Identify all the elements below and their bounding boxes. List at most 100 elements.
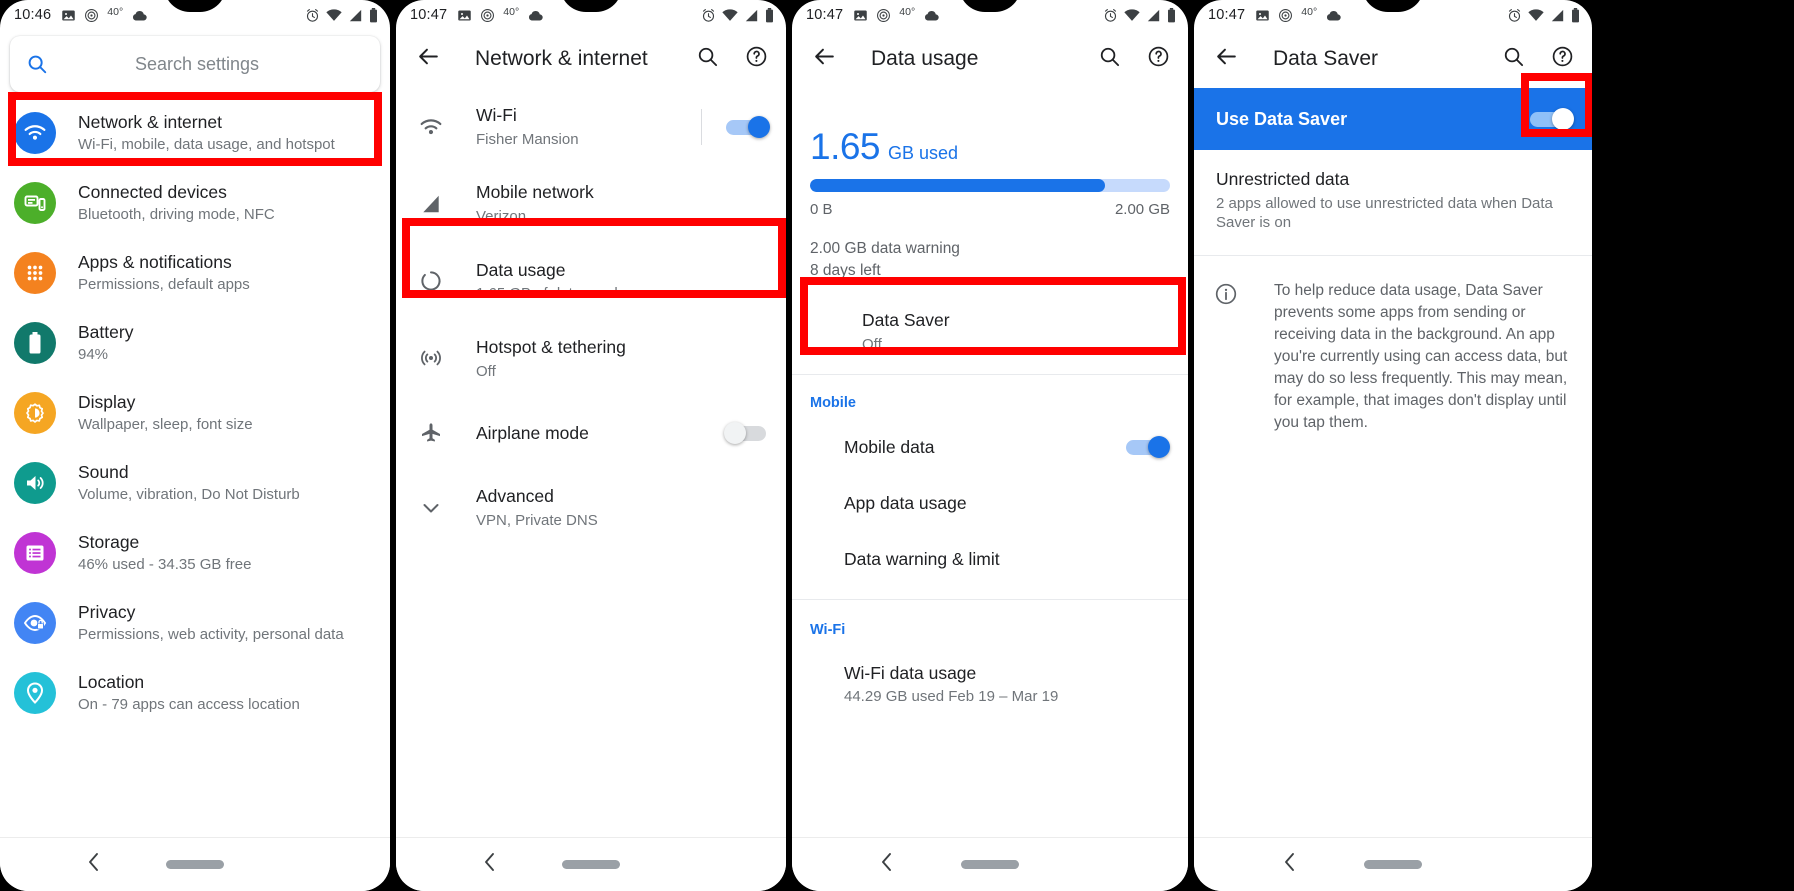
pref-row-mobile-data[interactable]: Mobile data <box>792 419 1188 475</box>
wifi-status-icon <box>1124 8 1140 22</box>
sidebar-item-text: Storage 46% used - 34.35 GB free <box>78 531 251 575</box>
sidebar-item-location[interactable]: Location On - 79 apps can access locatio… <box>0 658 390 728</box>
speaker-icon <box>14 462 56 504</box>
pref-title: App data usage <box>844 492 967 513</box>
at-circle-icon <box>480 8 495 23</box>
pref-row-wifi-data-usage[interactable]: Wi-Fi data usage 44.29 GB used Feb 19 – … <box>792 646 1188 724</box>
pref-title: Data warning & limit <box>844 548 1000 569</box>
mobile-data-toggle[interactable] <box>1124 436 1170 459</box>
pref-subtitle: 44.29 GB used Feb 19 – Mar 19 <box>844 688 1059 706</box>
navigation-bar <box>396 837 786 891</box>
app-bar: Data usage <box>792 30 1188 88</box>
nav-back-icon[interactable] <box>879 850 895 879</box>
sidebar-item-subtitle: On - 79 apps can access location <box>78 696 300 714</box>
pref-subtitle: Fisher Mansion <box>476 130 579 148</box>
sidebar-item-subtitle: Wallpaper, sleep, font size <box>78 416 253 434</box>
back-arrow-icon[interactable] <box>808 40 841 78</box>
sidebar-item-connected-devices[interactable]: Connected devices Bluetooth, driving mod… <box>0 168 390 238</box>
usage-unit: GB used <box>888 143 959 163</box>
search-icon[interactable] <box>692 41 723 77</box>
sidebar-item-title: Network & internet <box>78 112 222 133</box>
help-icon[interactable] <box>741 41 772 77</box>
cellular-signal-icon <box>1550 9 1565 22</box>
pref-row-text: Mobile network Verizon <box>476 181 770 226</box>
pref-row-unrestricted-data[interactable]: Unrestricted data 2 apps allowed to use … <box>1194 150 1592 251</box>
pref-row-data-warning-limit[interactable]: Data warning & limit <box>792 531 1188 587</box>
usage-days-left-text: 8 days left <box>810 262 881 280</box>
pref-row-hotspot-tethering[interactable]: Hotspot & tethering Off <box>396 320 786 397</box>
search-settings-bar[interactable]: Search settings <box>10 36 380 92</box>
nav-home-pill[interactable] <box>1364 860 1422 869</box>
sidebar-item-sound[interactable]: Sound Volume, vibration, Do Not Disturb <box>0 448 390 518</box>
status-temperature: 40° <box>107 6 124 18</box>
nav-back-icon[interactable] <box>482 850 498 879</box>
sidebar-item-title: Storage <box>78 532 140 553</box>
nav-home-pill[interactable] <box>961 860 1019 869</box>
search-icon[interactable] <box>1498 41 1529 77</box>
status-time: 10:47 <box>410 7 448 23</box>
pref-row-text: Data usage 1.65 GB of data used <box>476 259 770 304</box>
at-circle-icon <box>876 8 891 23</box>
back-arrow-icon[interactable] <box>1210 40 1243 78</box>
cellular-signal-icon <box>348 9 363 22</box>
pref-row-text: Hotspot & tethering Off <box>476 336 770 381</box>
airplane-icon <box>414 421 448 445</box>
nav-home-pill[interactable] <box>166 860 224 869</box>
chevron-down-icon <box>414 496 448 520</box>
sidebar-item-subtitle: 94% <box>78 346 109 364</box>
pref-row-wifi[interactable]: Wi-Fi Fisher Mansion <box>396 88 786 165</box>
sidebar-item-battery[interactable]: Battery 94% <box>0 308 390 378</box>
status-temperature: 40° <box>1301 6 1318 18</box>
pref-row-data-usage[interactable]: Data usage 1.65 GB of data used <box>396 243 786 320</box>
sidebar-item-subtitle: 46% used - 34.35 GB free <box>78 556 252 574</box>
help-icon[interactable] <box>1143 41 1174 77</box>
pref-title: Wi-Fi <box>476 105 517 125</box>
pref-row-mobile-network[interactable]: Mobile network Verizon <box>396 165 786 242</box>
pref-row-use-data-saver[interactable]: Use Data Saver <box>1194 88 1592 150</box>
help-icon[interactable] <box>1547 41 1578 77</box>
navigation-bar <box>1194 837 1592 891</box>
sidebar-item-apps-notifications[interactable]: Apps & notifications Permissions, defaul… <box>0 238 390 308</box>
sidebar-item-network-internet[interactable]: Network & internet Wi-Fi, mobile, data u… <box>0 98 390 168</box>
pref-row-airplane-mode[interactable]: Airplane mode <box>396 397 786 469</box>
pref-row-advanced[interactable]: Advanced VPN, Private DNS <box>396 469 786 546</box>
usage-progress-bar <box>810 179 1170 192</box>
search-icon[interactable] <box>1094 41 1125 77</box>
nav-home-pill[interactable] <box>562 860 620 869</box>
pref-row-app-data-usage[interactable]: App data usage <box>792 475 1188 531</box>
back-arrow-icon[interactable] <box>412 40 445 78</box>
sidebar-item-subtitle: Wi-Fi, mobile, data usage, and hotspot <box>78 136 335 154</box>
usage-amount: 1.65 <box>810 126 881 167</box>
battery-status-icon <box>765 7 774 23</box>
pref-subtitle: 1.65 GB of data used <box>476 285 618 303</box>
status-left-icons: 40° <box>61 6 148 23</box>
phone-screen-data-saver: 10:47 40° Data Saver Use Data Saver Unre… <box>1194 0 1592 891</box>
sidebar-item-text: Connected devices Bluetooth, driving mod… <box>78 181 275 225</box>
cellular-signal-icon <box>744 9 759 22</box>
nav-back-icon[interactable] <box>86 850 102 879</box>
sidebar-item-text: Sound Volume, vibration, Do Not Disturb <box>78 461 300 505</box>
search-input[interactable]: Search settings <box>52 54 364 75</box>
wifi-toggle[interactable] <box>724 115 770 138</box>
brightness-icon <box>14 392 56 434</box>
cloud-icon <box>1325 9 1342 22</box>
pref-subtitle: VPN, Private DNS <box>476 511 598 529</box>
sidebar-item-storage[interactable]: Storage 46% used - 34.35 GB free <box>0 518 390 588</box>
hotspot-icon <box>414 346 448 370</box>
sidebar-item-display[interactable]: Display Wallpaper, sleep, font size <box>0 378 390 448</box>
sidebar-item-title: Battery <box>78 322 134 343</box>
status-left-icons: 40° <box>853 6 940 23</box>
nav-back-icon[interactable] <box>1282 850 1298 879</box>
sidebar-item-privacy[interactable]: Privacy Permissions, web activity, perso… <box>0 588 390 658</box>
pref-title: Advanced <box>476 486 554 506</box>
devices-icon <box>14 182 56 224</box>
status-right-icons <box>701 7 774 23</box>
wifi-status-icon <box>326 8 342 22</box>
pref-row-data-saver[interactable]: Data Saver Off <box>792 283 1188 370</box>
status-right-icons <box>305 7 378 23</box>
wifi-icon <box>414 117 448 137</box>
sidebar-item-text: Privacy Permissions, web activity, perso… <box>78 601 344 645</box>
airplane-mode-toggle[interactable] <box>724 422 770 444</box>
phone-screen-settings-home: 10:46 40° Search settings Network & inte… <box>0 0 390 891</box>
use-data-saver-toggle[interactable] <box>1528 108 1574 130</box>
